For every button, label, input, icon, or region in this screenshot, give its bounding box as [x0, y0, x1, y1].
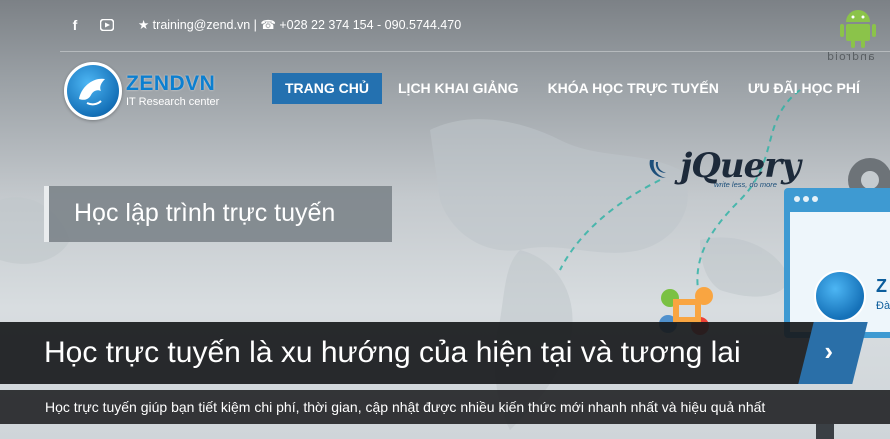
- monitor-sub: Đà: [876, 300, 890, 312]
- monitor-illustration: Z Đà: [784, 188, 890, 338]
- brand-tagline: IT Research center: [126, 96, 220, 108]
- jquery-tagline: write less, do more: [714, 180, 777, 189]
- jquery-logo: jQuery write less, do more: [646, 146, 816, 194]
- android-icon: [840, 10, 876, 48]
- hero-headline: Học trực tuyến là xu hướng của hiện tại …: [44, 336, 741, 369]
- android-label: android: [826, 50, 875, 63]
- hero-subtitle: Học lập trình trực tuyến: [74, 199, 336, 227]
- dolphin-logo-icon: [814, 270, 866, 322]
- top-bar: f ★ training@zend.vn | ☎ +028 22 374 154…: [0, 0, 890, 52]
- chevron-right-icon: ›: [824, 336, 834, 366]
- brand-name: ZENDVN: [126, 72, 216, 95]
- nav-item-tuition-offers[interactable]: ƯU ĐÃI HỌC PHÍ: [735, 73, 873, 104]
- nav-item-schedule[interactable]: LỊCH KHAI GIẢNG: [385, 73, 532, 104]
- contact-info: ★ training@zend.vn | ☎ +028 22 374 154 -…: [138, 18, 462, 32]
- facebook-glyph: f: [72, 17, 78, 33]
- nav-item-home[interactable]: TRANG CHỦ: [272, 73, 382, 104]
- monitor-brand: Z: [876, 276, 887, 296]
- hero-description: Học trực tuyến giúp bạn tiết kiệm chi ph…: [45, 399, 766, 415]
- jquery-icon: [649, 160, 666, 178]
- youtube-glyph: [100, 19, 114, 31]
- hero-banner: Học trực tuyến là xu hướng của hiện tại …: [0, 322, 840, 384]
- dolphin-logo-icon: [64, 62, 122, 120]
- window-dots: [794, 196, 818, 202]
- top-divider: [60, 51, 890, 52]
- hero-subtitle-box: Học lập trình trực tuyến: [44, 186, 392, 242]
- main-nav: TRANG CHỦ LỊCH KHAI GIẢNG KHÓA HỌC TRỰC …: [272, 73, 876, 104]
- facebook-icon[interactable]: f: [66, 16, 84, 34]
- nav-item-online-courses[interactable]: KHÓA HỌC TRỰC TUYẾN: [535, 73, 732, 104]
- android-badge: android: [826, 4, 890, 66]
- social-links: f: [66, 16, 116, 34]
- site-logo[interactable]: ZENDVN IT Research center: [64, 62, 219, 120]
- youtube-icon[interactable]: [98, 16, 116, 34]
- monitor-stand: [816, 424, 834, 439]
- hero-description-bar: Học trực tuyến giúp bạn tiết kiệm chi ph…: [0, 390, 890, 424]
